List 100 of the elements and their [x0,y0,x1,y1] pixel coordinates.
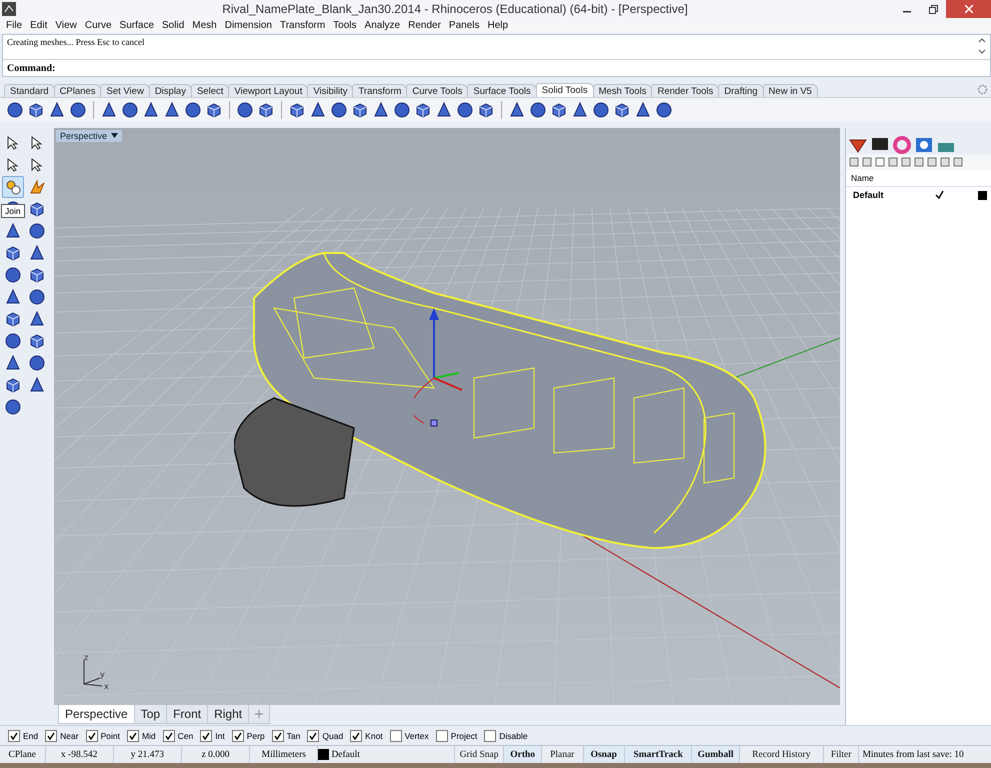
menu-item[interactable]: Curve [80,18,116,33]
check-icon [128,732,137,740]
solid-icon[interactable] [100,101,118,119]
toolbar-tab[interactable]: Render Tools [651,84,720,97]
cube-icon[interactable] [205,101,223,119]
menu-item[interactable]: Edit [26,18,52,33]
sphere-icon[interactable] [592,101,610,119]
osnap-checkbox[interactable]: Knot [350,730,383,742]
toolbar-tab[interactable]: Set View [100,84,150,97]
solid-icon[interactable] [163,101,181,119]
solid-icon[interactable] [48,101,66,119]
toolbar-tab[interactable]: CPlanes [54,84,102,97]
status-toggle[interactable]: Osnap [584,746,626,763]
viewport-title[interactable]: Perspective [56,130,122,142]
status-save-info: Minutes from last save: 10 [861,748,965,762]
sphere-icon[interactable] [456,101,474,119]
solid-icon[interactable] [634,101,652,119]
osnap-checkbox[interactable]: Perp [232,730,265,742]
menu-item[interactable]: Tools [329,18,361,33]
cube-icon[interactable] [613,101,631,119]
layer-name[interactable]: Default [846,190,935,200]
osnap-checkbox[interactable]: Vertex [390,730,429,742]
tool-button[interactable] [2,176,24,198]
osnap-checkbox[interactable]: Quad [307,730,344,742]
layer-color-swatch[interactable] [978,190,987,200]
cursor-icon [5,157,21,173]
menu-item[interactable]: Surface [116,18,158,33]
cursor-icon [29,157,45,173]
menu-item[interactable]: View [51,18,81,33]
status-toggle[interactable]: Gumball [692,746,740,763]
tooltip: Join [1,204,25,218]
sphere-icon[interactable] [529,101,547,119]
sphere-icon[interactable] [236,101,254,119]
status-toggle[interactable]: SmartTrack [625,746,692,763]
status-layer[interactable]: Default [331,750,360,760]
osnap-checkbox[interactable]: Disable [484,730,528,742]
solid-icon[interactable] [309,101,327,119]
viewport-tab[interactable]: Right [207,705,250,724]
sphere-icon[interactable] [6,101,24,119]
osnap-checkbox[interactable]: Project [436,730,478,742]
close-button[interactable] [946,0,991,18]
menu-item[interactable]: File [2,18,26,33]
osnap-checkbox[interactable]: Mid [126,730,156,742]
toolbar-tab[interactable]: Drafting [718,84,764,97]
menu-item[interactable]: Dimension [220,18,276,33]
sphere-icon[interactable] [655,101,673,119]
cube-icon[interactable] [288,101,306,119]
toolbar-tab[interactable]: Surface Tools [467,84,537,97]
toolbar-tab[interactable]: Visibility [307,84,354,97]
sphere-icon[interactable] [393,101,411,119]
check-icon [274,732,282,740]
cube-icon[interactable] [414,101,432,119]
toolbar-tab[interactable]: Transform [352,84,408,97]
solid-icon[interactable] [435,101,453,119]
add-tab-button[interactable] [248,705,270,724]
check-icon [164,732,173,740]
viewport-tab[interactable]: Perspective [58,705,135,724]
menu-item[interactable]: Render [404,18,445,33]
status-toggle[interactable]: Ortho [504,746,542,763]
solid-icon[interactable] [142,101,160,119]
solid-icon[interactable] [372,101,390,119]
osnap-checkbox[interactable]: End [8,730,38,742]
sphere-icon[interactable] [184,101,202,119]
solid-icon[interactable] [571,101,589,119]
check-icon [234,732,242,740]
toolbar-tab[interactable]: Viewport Layout [228,84,308,97]
color-wheel-icon[interactable] [892,136,912,154]
cursor-icon [29,135,45,151]
menu-item[interactable]: Help [484,18,512,33]
toolbar-tab[interactable]: Mesh Tools [592,84,652,97]
menu-item[interactable]: Analyze [360,18,404,33]
solid-icon[interactable] [508,101,526,119]
toolbar-tab[interactable]: New in V5 [762,84,818,97]
sphere-icon[interactable] [330,101,348,119]
cube-icon[interactable] [27,101,45,119]
menu-item[interactable]: Panels [444,18,484,33]
osnap-checkbox[interactable]: Cen [162,730,194,742]
menu-item[interactable]: Solid [158,18,188,33]
viewport-tab[interactable]: Front [166,705,208,724]
join-icon [5,179,21,195]
toolbar-tab[interactable]: Select [190,84,230,97]
viewport-tab[interactable]: Top [134,705,168,724]
toolbar-tab[interactable]: Solid Tools [536,83,594,97]
axis-label: z [84,653,88,662]
toolbar-tab[interactable]: Standard [4,84,55,97]
cube-icon[interactable] [351,101,369,119]
column-header: Name [850,173,874,183]
menu-item[interactable]: Mesh [188,18,221,33]
cube-icon[interactable] [477,101,495,119]
cube-icon[interactable] [257,101,275,119]
sphere-icon[interactable] [121,101,139,119]
osnap-checkbox[interactable]: Tan [272,730,300,742]
menu-item[interactable]: Transform [276,18,330,33]
sphere-icon[interactable] [69,101,87,119]
cube-icon[interactable] [550,101,568,119]
osnap-checkbox[interactable]: Point [86,730,120,742]
osnap-checkbox[interactable]: Near [45,730,79,742]
toolbar-tab[interactable]: Display [148,84,192,97]
check-icon[interactable] [935,190,944,198]
toolbar-tab[interactable]: Curve Tools [406,84,468,97]
